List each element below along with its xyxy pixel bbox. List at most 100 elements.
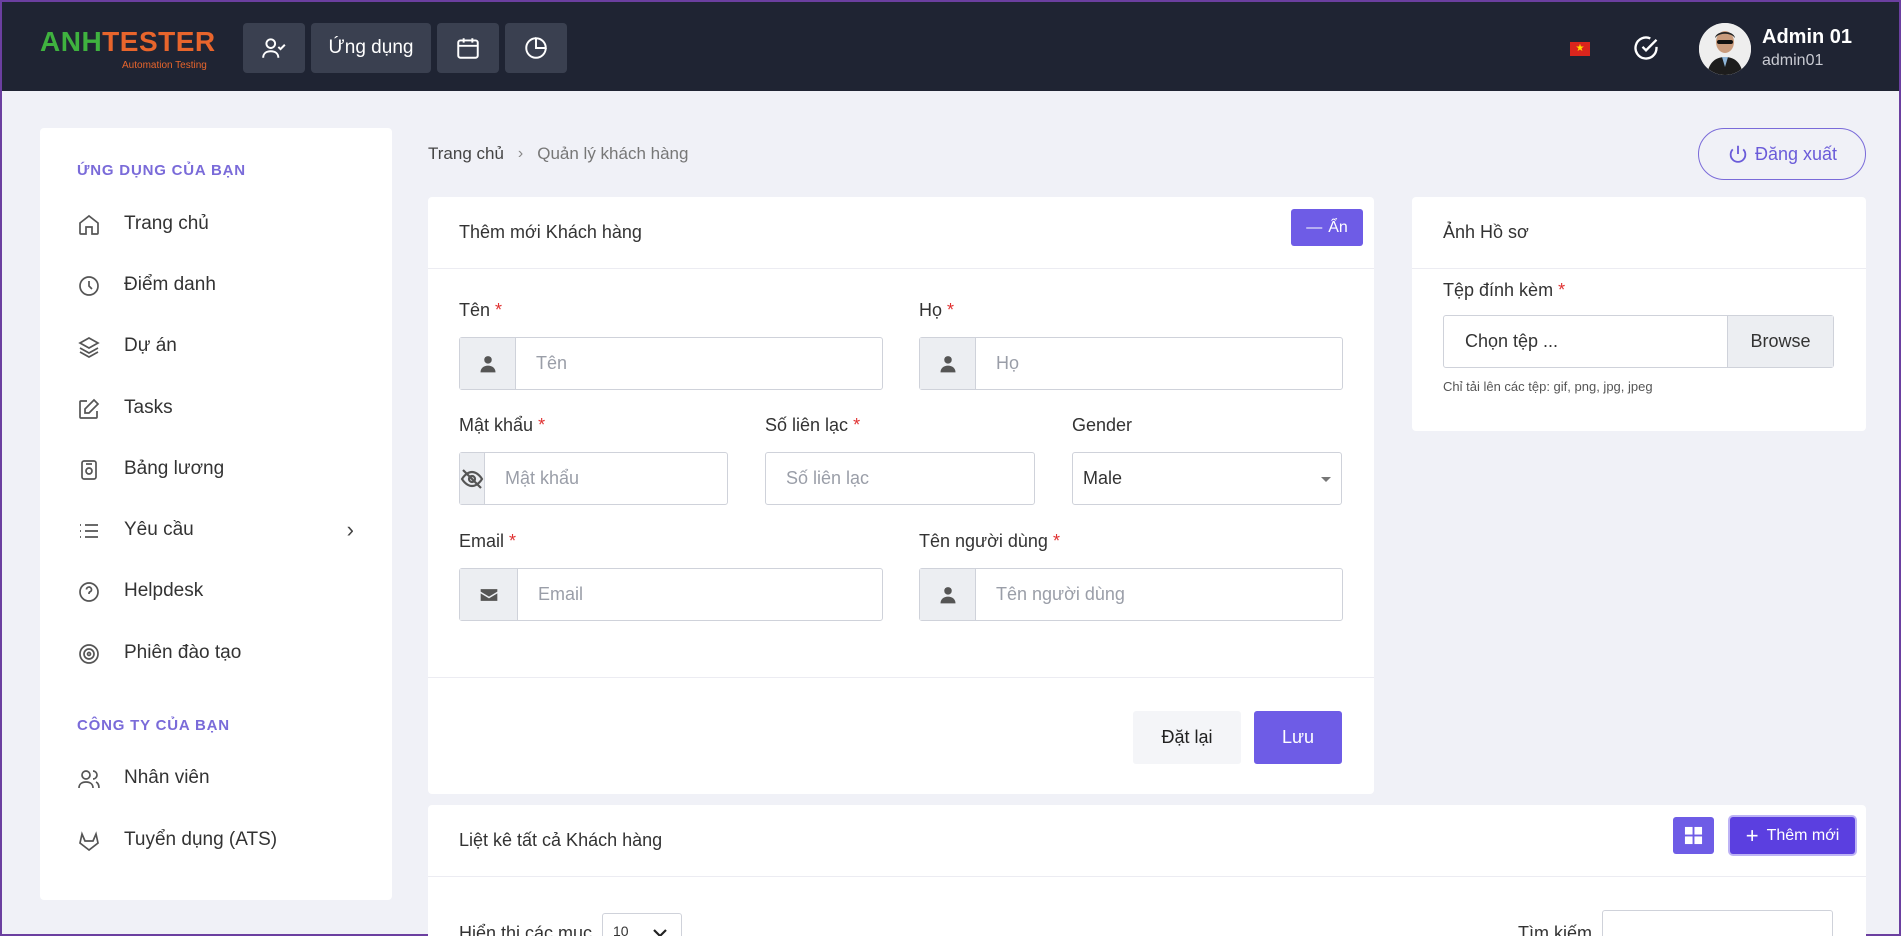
sidebar-item-helpdesk[interactable]: Helpdesk — [40, 569, 392, 613]
gender-select[interactable]: Male — [1072, 452, 1342, 505]
vietnam-flag-icon[interactable]: ★ — [1570, 42, 1590, 56]
sidebar-item-home[interactable]: Trang chủ — [40, 202, 392, 246]
page-size-select[interactable]: 10 — [602, 913, 682, 936]
card-title: Liệt kê tất cả Khách hàng — [459, 830, 663, 850]
logo-brand: ANHTESTER — [40, 26, 216, 57]
user-login: admin01 — [1762, 52, 1824, 69]
card-header: Thêm mới Khách hàng — Ẩn — [428, 197, 1374, 269]
check-circle-button[interactable] — [1632, 34, 1660, 62]
avatar[interactable] — [1699, 23, 1751, 75]
file-placeholder[interactable]: Chọn tệp ... — [1444, 316, 1727, 367]
gender-label: Gender — [1072, 415, 1133, 435]
avatar-image — [1699, 23, 1751, 75]
sidebar-item-payroll[interactable]: Bảng lương — [40, 447, 392, 491]
first-name-group — [459, 337, 883, 390]
first-name-input[interactable] — [516, 338, 882, 389]
chevron-down-icon — [653, 929, 667, 936]
power-icon — [1729, 145, 1747, 163]
file-input-group[interactable]: Chọn tệp ... Browse — [1443, 315, 1834, 368]
show-entries-label: Hiển thị các mục — [459, 923, 593, 936]
logo[interactable]: ANHTESTER Automation Testing — [40, 26, 230, 76]
chevron-right-icon: › — [517, 145, 524, 162]
calendar-button[interactable] — [437, 23, 499, 73]
add-new-button[interactable]: + Thêm mới — [1730, 817, 1855, 854]
card-title: Ảnh Hồ sơ — [1443, 222, 1529, 242]
contact-label: Số liên lạc * — [765, 415, 861, 435]
target-icon — [77, 642, 101, 666]
last-name-group — [919, 337, 1343, 390]
users-icon — [77, 767, 101, 791]
user-icon — [920, 569, 976, 620]
password-group — [459, 452, 757, 505]
username-group — [919, 568, 1343, 621]
contact-input[interactable] — [765, 452, 1035, 505]
last-name-input[interactable] — [976, 338, 1342, 389]
card-header: Ảnh Hồ sơ — [1412, 197, 1866, 269]
sidebar-item-label: Tuyển dụng (ATS) — [124, 829, 278, 850]
user-check-icon — [262, 38, 286, 58]
save-button[interactable]: Lưu — [1254, 711, 1342, 764]
user-name[interactable]: Admin 01 — [1762, 26, 1852, 49]
browse-button[interactable]: Browse — [1727, 316, 1833, 367]
breadcrumb-home[interactable]: Trang chủ — [428, 144, 504, 164]
grid-view-button[interactable] — [1673, 817, 1714, 854]
attachment-label: Tệp đính kèm * — [1443, 280, 1566, 300]
sidebar-item-recruitment[interactable]: Tuyển dụng (ATS) — [40, 818, 392, 862]
sidebar-item-label: Tasks — [124, 397, 173, 418]
password-input[interactable] — [485, 453, 757, 504]
logout-label: Đăng xuất — [1754, 143, 1838, 164]
file-hint: Chỉ tải lên các tệp: gif, png, jpg, jpeg — [1443, 379, 1653, 394]
add-customer-card: Thêm mới Khách hàng — Ẩn Tên * Họ * Mật … — [428, 197, 1374, 794]
customer-list-card: Liệt kê tất cả Khách hàng + Thêm mới Hiể… — [428, 805, 1866, 936]
home-icon — [77, 213, 101, 237]
user-check-button[interactable] — [243, 23, 305, 73]
sidebar-item-requests[interactable]: Yêu cầu › — [40, 508, 392, 552]
sidebar-item-projects[interactable]: Dự án — [40, 324, 392, 368]
page-size-value: 10 — [613, 923, 629, 936]
password-label: Mật khẩu * — [459, 415, 546, 435]
sidebar-section-company: CÔNG TY CỦA BẠN — [77, 717, 230, 734]
top-navbar: ANHTESTER Automation Testing Ứng dụng ★ … — [2, 2, 1899, 91]
payslip-icon — [77, 458, 101, 482]
divider — [428, 677, 1374, 678]
profile-photo-card: Ảnh Hồ sơ Tệp đính kèm * Chọn tệp ... Br… — [1412, 197, 1866, 431]
apps-button[interactable]: Ứng dụng — [311, 23, 431, 73]
sidebar-item-label: Yêu cầu — [124, 519, 194, 540]
sidebar-item-attendance[interactable]: Điểm danh — [40, 263, 392, 307]
username-label: Tên người dùng * — [919, 531, 1060, 551]
sidebar: ỨNG DỤNG CỦA BẠN Trang chủ Điểm danh Dự … — [40, 128, 392, 900]
pie-chart-icon — [525, 37, 547, 59]
user-icon — [460, 338, 516, 389]
reset-button[interactable]: Đặt lại — [1133, 711, 1241, 764]
email-group — [459, 568, 883, 621]
sidebar-section-apps: ỨNG DỤNG CỦA BẠN — [77, 162, 246, 179]
search-input[interactable] — [1602, 910, 1833, 936]
sidebar-item-employees[interactable]: Nhân viên — [40, 756, 392, 800]
pie-chart-button[interactable] — [505, 23, 567, 73]
sidebar-item-label: Trang chủ — [124, 213, 209, 234]
username-input[interactable] — [976, 569, 1342, 620]
gender-value: Male — [1083, 468, 1123, 488]
sidebar-item-label: Bảng lương — [124, 458, 225, 479]
logo-tagline: Automation Testing — [122, 60, 207, 71]
sidebar-item-training[interactable]: Phiên đào tạo — [40, 631, 392, 675]
envelope-icon — [460, 569, 518, 620]
plus-icon: + — [1745, 822, 1759, 848]
hide-form-button[interactable]: — Ẩn — [1291, 209, 1363, 246]
check-circle-icon — [1634, 36, 1658, 60]
edit-icon — [77, 397, 101, 421]
layers-icon — [77, 335, 101, 359]
calendar-icon — [457, 38, 479, 59]
sidebar-item-label: Phiên đào tạo — [124, 642, 242, 663]
breadcrumb: Trang chủ › Quản lý khách hàng — [428, 144, 688, 164]
last-name-label: Họ * — [919, 300, 955, 320]
email-label: Email * — [459, 531, 517, 551]
grid-icon — [1684, 826, 1703, 845]
clock-icon — [77, 274, 101, 298]
eye-slash-icon[interactable] — [460, 453, 485, 504]
user-icon — [920, 338, 976, 389]
email-input[interactable] — [518, 569, 882, 620]
logout-button[interactable]: Đăng xuất — [1698, 128, 1866, 180]
help-circle-icon — [77, 580, 101, 604]
sidebar-item-tasks[interactable]: Tasks — [40, 386, 392, 430]
